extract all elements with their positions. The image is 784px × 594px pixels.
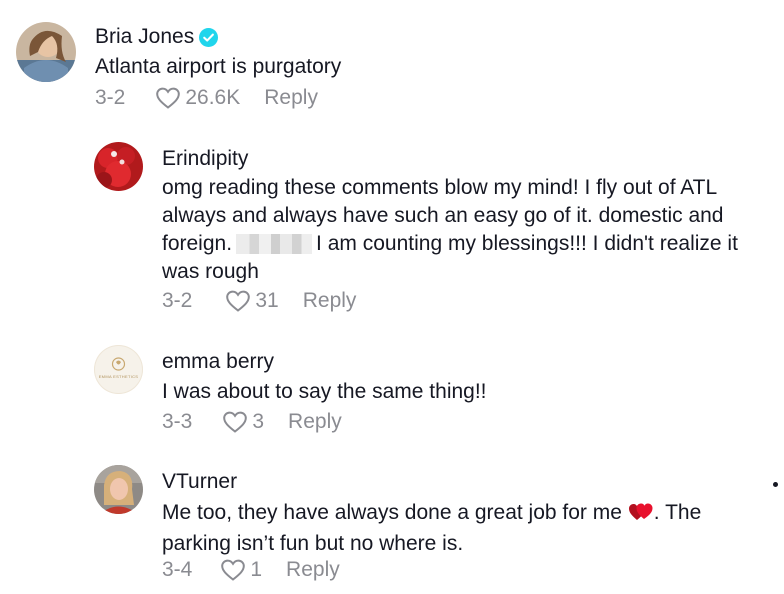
reply-meta: 3-2 31 Reply [162, 289, 356, 313]
reply-text: I was about to say the same thing!! [162, 380, 487, 403]
comment-text: Atlanta airport is purgatory [95, 55, 342, 78]
reply-button[interactable]: Reply [288, 410, 342, 434]
red-hearts-emoji [628, 500, 654, 530]
like-count: 3 [252, 410, 265, 433]
like-count: 1 [250, 558, 263, 581]
scroll-indicator-dot [773, 482, 778, 487]
reply-author[interactable]: emma berry [162, 350, 274, 374]
comment-date: 3-2 [95, 86, 126, 109]
redacted-blur [236, 234, 313, 255]
reply-date: 3-4 [162, 558, 193, 581]
reply-button[interactable]: Reply [264, 86, 318, 110]
avatar-text: EMMA ESTHETICS [98, 374, 139, 379]
heart-outline-icon[interactable] [220, 558, 246, 582]
reply-meta: 3-4 1 Reply [162, 558, 340, 582]
like-count: 26.6K [185, 86, 241, 109]
heart-outline-icon[interactable] [222, 410, 248, 434]
reply-text: omg reading these comments blow my mind!… [162, 174, 780, 286]
reply-author[interactable]: VTurner [162, 470, 237, 494]
avatar[interactable]: EMMA ESTHETICS [94, 345, 143, 394]
reply-date: 3-2 [162, 289, 193, 312]
reply-text: Me too, they have always done a great jo… [162, 499, 762, 558]
reply-text-part1: Me too, they have always done a great jo… [162, 501, 622, 524]
reply-button[interactable]: Reply [286, 558, 340, 582]
heart-outline-icon[interactable] [155, 86, 181, 110]
reply-author[interactable]: Erindipity [162, 147, 248, 171]
like-count: 31 [255, 289, 279, 312]
like-button[interactable]: 31 [225, 289, 279, 313]
verified-badge-icon [199, 27, 219, 47]
like-button[interactable]: 26.6K [155, 86, 240, 110]
reply-button[interactable]: Reply [303, 289, 357, 313]
like-button[interactable]: 3 [222, 410, 264, 434]
avatar[interactable] [16, 22, 76, 82]
like-button[interactable]: 1 [220, 558, 262, 582]
heart-outline-icon[interactable] [225, 289, 251, 313]
avatar[interactable] [94, 465, 143, 514]
avatar[interactable] [94, 142, 143, 191]
comment-author[interactable]: Bria Jones [95, 25, 219, 49]
comment-meta: 3-2 26.6K Reply [95, 86, 318, 110]
reply-meta: 3-3 3 Reply [162, 410, 342, 434]
author-name[interactable]: Bria Jones [95, 25, 194, 49]
reply-date: 3-3 [162, 410, 193, 433]
